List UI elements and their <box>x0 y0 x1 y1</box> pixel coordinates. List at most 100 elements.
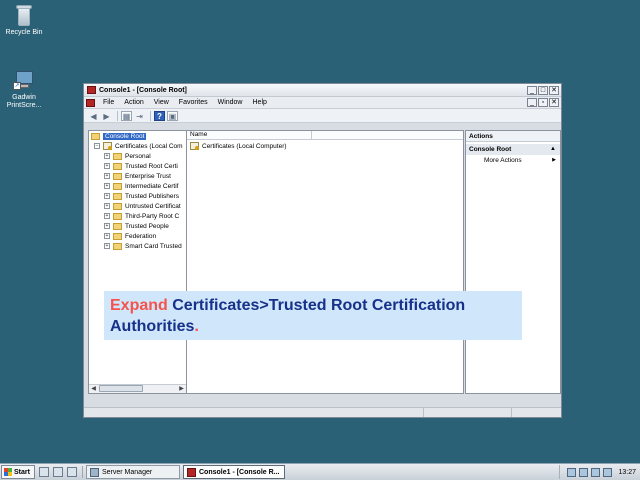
tree-node-federation[interactable]: + Federation <box>89 231 186 241</box>
tree-node-trusted-root[interactable]: + Trusted Root Certi <box>89 161 186 171</box>
tree-node-certificates[interactable]: − Certificates (Local Com <box>89 141 186 151</box>
tree-node-trusted-publishers[interactable]: + Trusted Publishers <box>89 191 186 201</box>
taskbar-button-server-manager[interactable]: Server Manager <box>86 465 180 479</box>
actions-section-label: Console Root <box>469 146 512 153</box>
server-manager-icon <box>90 467 99 477</box>
minimize-button[interactable]: _ <box>527 85 537 95</box>
console-tree-pane: Console Root − Certificates (Local Com +… <box>88 130 187 394</box>
explorer-quicklaunch-icon[interactable] <box>67 467 77 477</box>
menu-view[interactable]: View <box>149 99 174 106</box>
tree-node-enterprise-trust[interactable]: + Enterprise Trust <box>89 171 186 181</box>
tree-node-untrusted[interactable]: + Untrusted Certificat <box>89 201 186 211</box>
show-hide-tree-icon[interactable]: ▦ <box>121 110 132 121</box>
actions-header: Actions <box>466 131 560 142</box>
recycle-bin-shortcut[interactable]: Recycle Bin <box>1 3 47 37</box>
list-header: Name <box>187 131 463 140</box>
expand-icon[interactable]: + <box>104 153 110 159</box>
mmc-console-window: Console1 - [Console Root] _ □ ✕ File Act… <box>83 83 562 418</box>
tree-node-intermediate[interactable]: + Intermediate Certif <box>89 181 186 191</box>
menu-help[interactable]: Help <box>248 99 272 106</box>
back-arrow-icon[interactable]: ◀ <box>88 111 99 121</box>
help-icon[interactable]: ? <box>154 110 165 121</box>
console-system-menu-icon[interactable] <box>86 98 95 107</box>
tree-node-label: Trusted Root Certi <box>125 162 178 170</box>
gadwin-printscreen-label: Gadwin PrintScre... <box>6 94 42 109</box>
column-header-name[interactable]: Name <box>187 131 312 139</box>
export-list-icon[interactable]: ⇥ <box>134 111 145 121</box>
windows-logo-icon <box>4 468 12 476</box>
scrollbar-thumb[interactable] <box>99 385 143 392</box>
expand-icon[interactable]: + <box>104 213 110 219</box>
toolbar: ◀ ▶ ▦ ⇥ ? ▣ <box>84 109 561 123</box>
gadwin-printscreen-shortcut[interactable]: ↗ Gadwin PrintScre... <box>1 68 47 110</box>
callout-period: . <box>194 318 199 335</box>
submenu-arrow-icon: ▶ <box>552 157 556 163</box>
tree-node-third-party-root[interactable]: + Third-Party Root C <box>89 211 186 221</box>
more-actions-item[interactable]: More Actions ▶ <box>466 155 560 166</box>
tree-node-smart-card[interactable]: + Smart Card Trusted <box>89 241 186 251</box>
scroll-right-icon[interactable]: ▶ <box>177 385 186 393</box>
show-hide-action-pane-icon[interactable]: ▣ <box>167 110 178 121</box>
start-button[interactable]: Start <box>1 465 35 479</box>
menu-file[interactable]: File <box>98 99 119 106</box>
menu-favorites[interactable]: Favorites <box>174 99 213 106</box>
tree-node-label: Personal <box>125 152 151 160</box>
system-tray: 13:27 <box>559 465 640 479</box>
taskbar: Start Server Manager Console1 - [Console… <box>0 463 640 480</box>
maximize-button[interactable]: □ <box>538 85 548 95</box>
tree-node-trusted-people[interactable]: + Trusted People <box>89 221 186 231</box>
close-button[interactable]: ✕ <box>549 85 559 95</box>
taskbar-button-label: Console1 - [Console R... <box>199 468 280 476</box>
inner-close-button[interactable]: ✕ <box>549 98 559 107</box>
menu-action[interactable]: Action <box>119 99 148 106</box>
more-actions-label: More Actions <box>484 157 522 164</box>
tree-node-label: Enterprise Trust <box>125 172 171 180</box>
folder-icon <box>113 212 122 220</box>
certificates-icon <box>190 142 199 150</box>
expand-icon[interactable]: + <box>104 233 110 239</box>
status-cell <box>84 408 424 417</box>
inner-minimize-button[interactable]: _ <box>527 98 537 107</box>
column-header-empty <box>312 131 463 139</box>
mmc-app-icon <box>87 86 96 94</box>
gadwin-tray-icon[interactable] <box>603 467 613 477</box>
action-center-icon[interactable] <box>579 467 589 477</box>
status-cell <box>512 408 561 417</box>
folder-icon <box>113 152 122 160</box>
actions-section-console-root[interactable]: Console Root ▲ <box>466 144 560 155</box>
powershell-quicklaunch-icon[interactable] <box>53 467 63 477</box>
window-titlebar[interactable]: Console1 - [Console Root] _ □ ✕ <box>84 84 561 97</box>
start-label: Start <box>14 468 30 476</box>
menu-window[interactable]: Window <box>213 99 248 106</box>
clock[interactable]: 13:27 <box>618 469 636 476</box>
expand-icon[interactable]: + <box>104 173 110 179</box>
tree-node-personal[interactable]: + Personal <box>89 151 186 161</box>
expand-icon[interactable]: + <box>104 223 110 229</box>
list-item[interactable]: Certificates (Local Computer) <box>187 141 463 151</box>
gadwin-printscreen-icon: ↗ <box>13 68 35 92</box>
certificates-icon <box>103 142 112 150</box>
volume-icon[interactable] <box>591 467 601 477</box>
tree-node-console-root[interactable]: Console Root <box>89 131 186 141</box>
expand-icon[interactable]: + <box>104 163 110 169</box>
collapse-icon[interactable]: − <box>94 143 100 149</box>
server-manager-quicklaunch-icon[interactable] <box>39 467 49 477</box>
tree-horizontal-scrollbar[interactable]: ◀ ▶ <box>89 384 186 393</box>
tree-node-label: Certificates (Local Com <box>115 142 183 150</box>
expand-icon[interactable]: + <box>104 203 110 209</box>
inner-restore-button[interactable]: ▫ <box>538 98 548 107</box>
folder-icon <box>113 182 122 190</box>
network-icon[interactable] <box>567 467 577 477</box>
expand-icon[interactable]: + <box>104 183 110 189</box>
folder-icon <box>91 132 100 140</box>
taskbar-button-console[interactable]: Console1 - [Console R... <box>183 465 285 479</box>
forward-arrow-icon[interactable]: ▶ <box>101 111 112 121</box>
mmc-app-icon <box>187 467 196 477</box>
recycle-bin-label: Recycle Bin <box>5 29 43 36</box>
tree-node-label: Federation <box>125 232 157 240</box>
toolbar-separator <box>150 110 151 121</box>
scroll-left-icon[interactable]: ◀ <box>89 385 98 393</box>
expand-icon[interactable]: + <box>104 193 110 199</box>
collapse-arrow-icon[interactable]: ▲ <box>550 144 556 155</box>
expand-icon[interactable]: + <box>104 243 110 249</box>
